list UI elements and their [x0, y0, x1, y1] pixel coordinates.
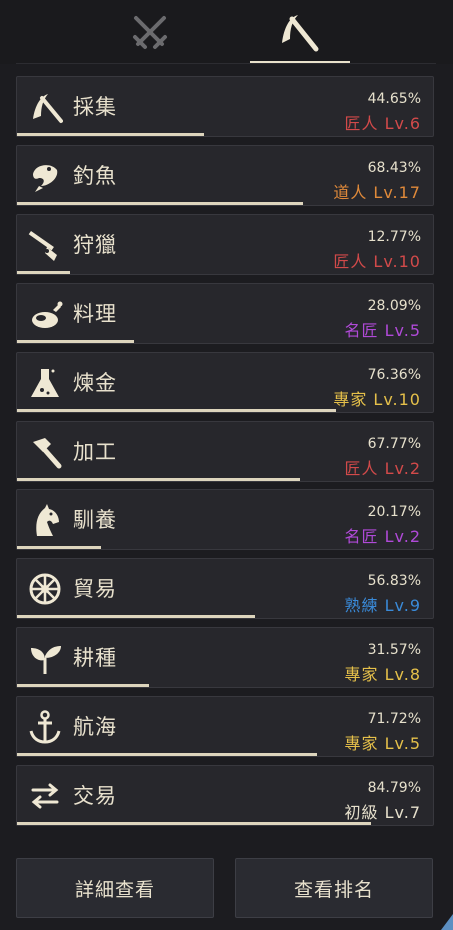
skill-percent: 31.57%: [367, 642, 421, 659]
skill-level: 熟練 Lv.9: [344, 596, 421, 616]
sprout-icon: [25, 640, 65, 676]
anchor-icon: [25, 709, 65, 745]
skill-name: 航海: [73, 715, 117, 740]
skill-row[interactable]: 煉金 76.36% 專家 Lv.10: [16, 351, 434, 413]
skill-progress-bar: [17, 339, 134, 343]
crossed-swords-icon: [133, 16, 167, 49]
skill-progress-bar: [17, 546, 101, 550]
skill-name: 加工: [73, 439, 117, 464]
skill-level: 匠人 Lv.6: [344, 114, 421, 133]
skill-name: 交易: [73, 784, 117, 808]
skill-name: 貿易: [73, 577, 117, 602]
sickle-icon: [282, 15, 319, 52]
skill-level: 匠人 Lv.2: [344, 458, 421, 478]
skill-percent: 56.83%: [367, 573, 421, 590]
skill-level: 專家 Lv.5: [344, 734, 421, 754]
skill-percent: 28.09%: [367, 297, 421, 314]
skill-row[interactable]: 採集 44.65% 匠人 Lv.6: [16, 76, 434, 137]
horse-head-icon: [25, 502, 65, 538]
skill-progress-bar: [17, 408, 336, 412]
fish-icon: [25, 158, 65, 194]
skill-row[interactable]: 貿易 56.83% 熟練 Lv.9: [16, 558, 434, 620]
skill-name: 採集: [73, 95, 117, 119]
skill-level: 匠人 Lv.10: [333, 251, 421, 271]
skill-progress-bar: [17, 201, 303, 205]
skill-name: 馴養: [73, 508, 117, 533]
details-button[interactable]: 詳細查看: [16, 858, 214, 918]
skill-level: 名匠 Lv.2: [344, 527, 421, 547]
skill-progress-bar: [17, 477, 300, 481]
skill-percent: 12.77%: [367, 228, 421, 245]
skill-name: 耕種: [73, 646, 117, 671]
skill-level: 專家 Lv.8: [344, 665, 421, 685]
skill-level: 專家 Lv.10: [333, 389, 421, 409]
skill-name: 料理: [73, 301, 117, 326]
roast-chicken-icon: [25, 296, 65, 332]
skill-row[interactable]: 耕種 31.57% 專家 Lv.8: [16, 627, 434, 689]
ranking-button[interactable]: 查看排名: [235, 858, 433, 918]
exchange-arrows-icon: [25, 778, 65, 814]
skill-percent: 20.17%: [367, 504, 421, 521]
flask-icon: [25, 365, 65, 401]
skill-percent: 84.79%: [367, 780, 421, 796]
skill-row[interactable]: 馴養 20.17% 名匠 Lv.2: [16, 489, 434, 551]
skill-percent: 71.72%: [367, 711, 421, 728]
skill-row[interactable]: 航海 71.72% 專家 Lv.5: [16, 696, 434, 758]
hammer-icon: [25, 434, 65, 470]
skill-row[interactable]: 料理 28.09% 名匠 Lv.5: [16, 282, 434, 344]
ship-wheel-icon: [25, 571, 65, 607]
skill-name: 煉金: [73, 370, 117, 395]
skill-progress-bar: [17, 753, 317, 757]
tab-bar: [0, 0, 453, 64]
tab-life-skills[interactable]: [250, 0, 350, 64]
skill-row[interactable]: 加工 67.77% 匠人 Lv.2: [16, 420, 434, 482]
skill-percent: 44.65%: [367, 91, 421, 107]
skill-level: 初級 Lv.7: [344, 803, 421, 822]
rifle-icon: [25, 227, 65, 263]
skill-row[interactable]: 狩獵 12.77% 匠人 Lv.10: [16, 213, 434, 275]
skill-progress-bar: [17, 133, 204, 136]
skill-progress-bar: [17, 270, 70, 274]
skill-name: 狩獵: [73, 232, 117, 257]
skill-row[interactable]: 釣魚 68.43% 道人 Lv.17: [16, 144, 434, 206]
skill-level: 道人 Lv.17: [333, 182, 421, 202]
skill-name: 釣魚: [73, 163, 117, 188]
divider: [16, 63, 436, 64]
sickle-icon: [25, 89, 65, 125]
resize-corner: [441, 914, 453, 930]
skill-percent: 67.77%: [367, 435, 421, 452]
skill-level: 名匠 Lv.5: [344, 320, 421, 340]
skill-progress-bar: [17, 684, 149, 688]
skill-percent: 76.36%: [367, 366, 421, 383]
skill-progress-bar: [17, 822, 371, 825]
skill-progress-bar: [17, 615, 255, 619]
tab-combat[interactable]: [100, 0, 200, 64]
skill-percent: 68.43%: [367, 159, 421, 176]
skill-row[interactable]: 交易 84.79% 初級 Lv.7: [16, 765, 434, 826]
